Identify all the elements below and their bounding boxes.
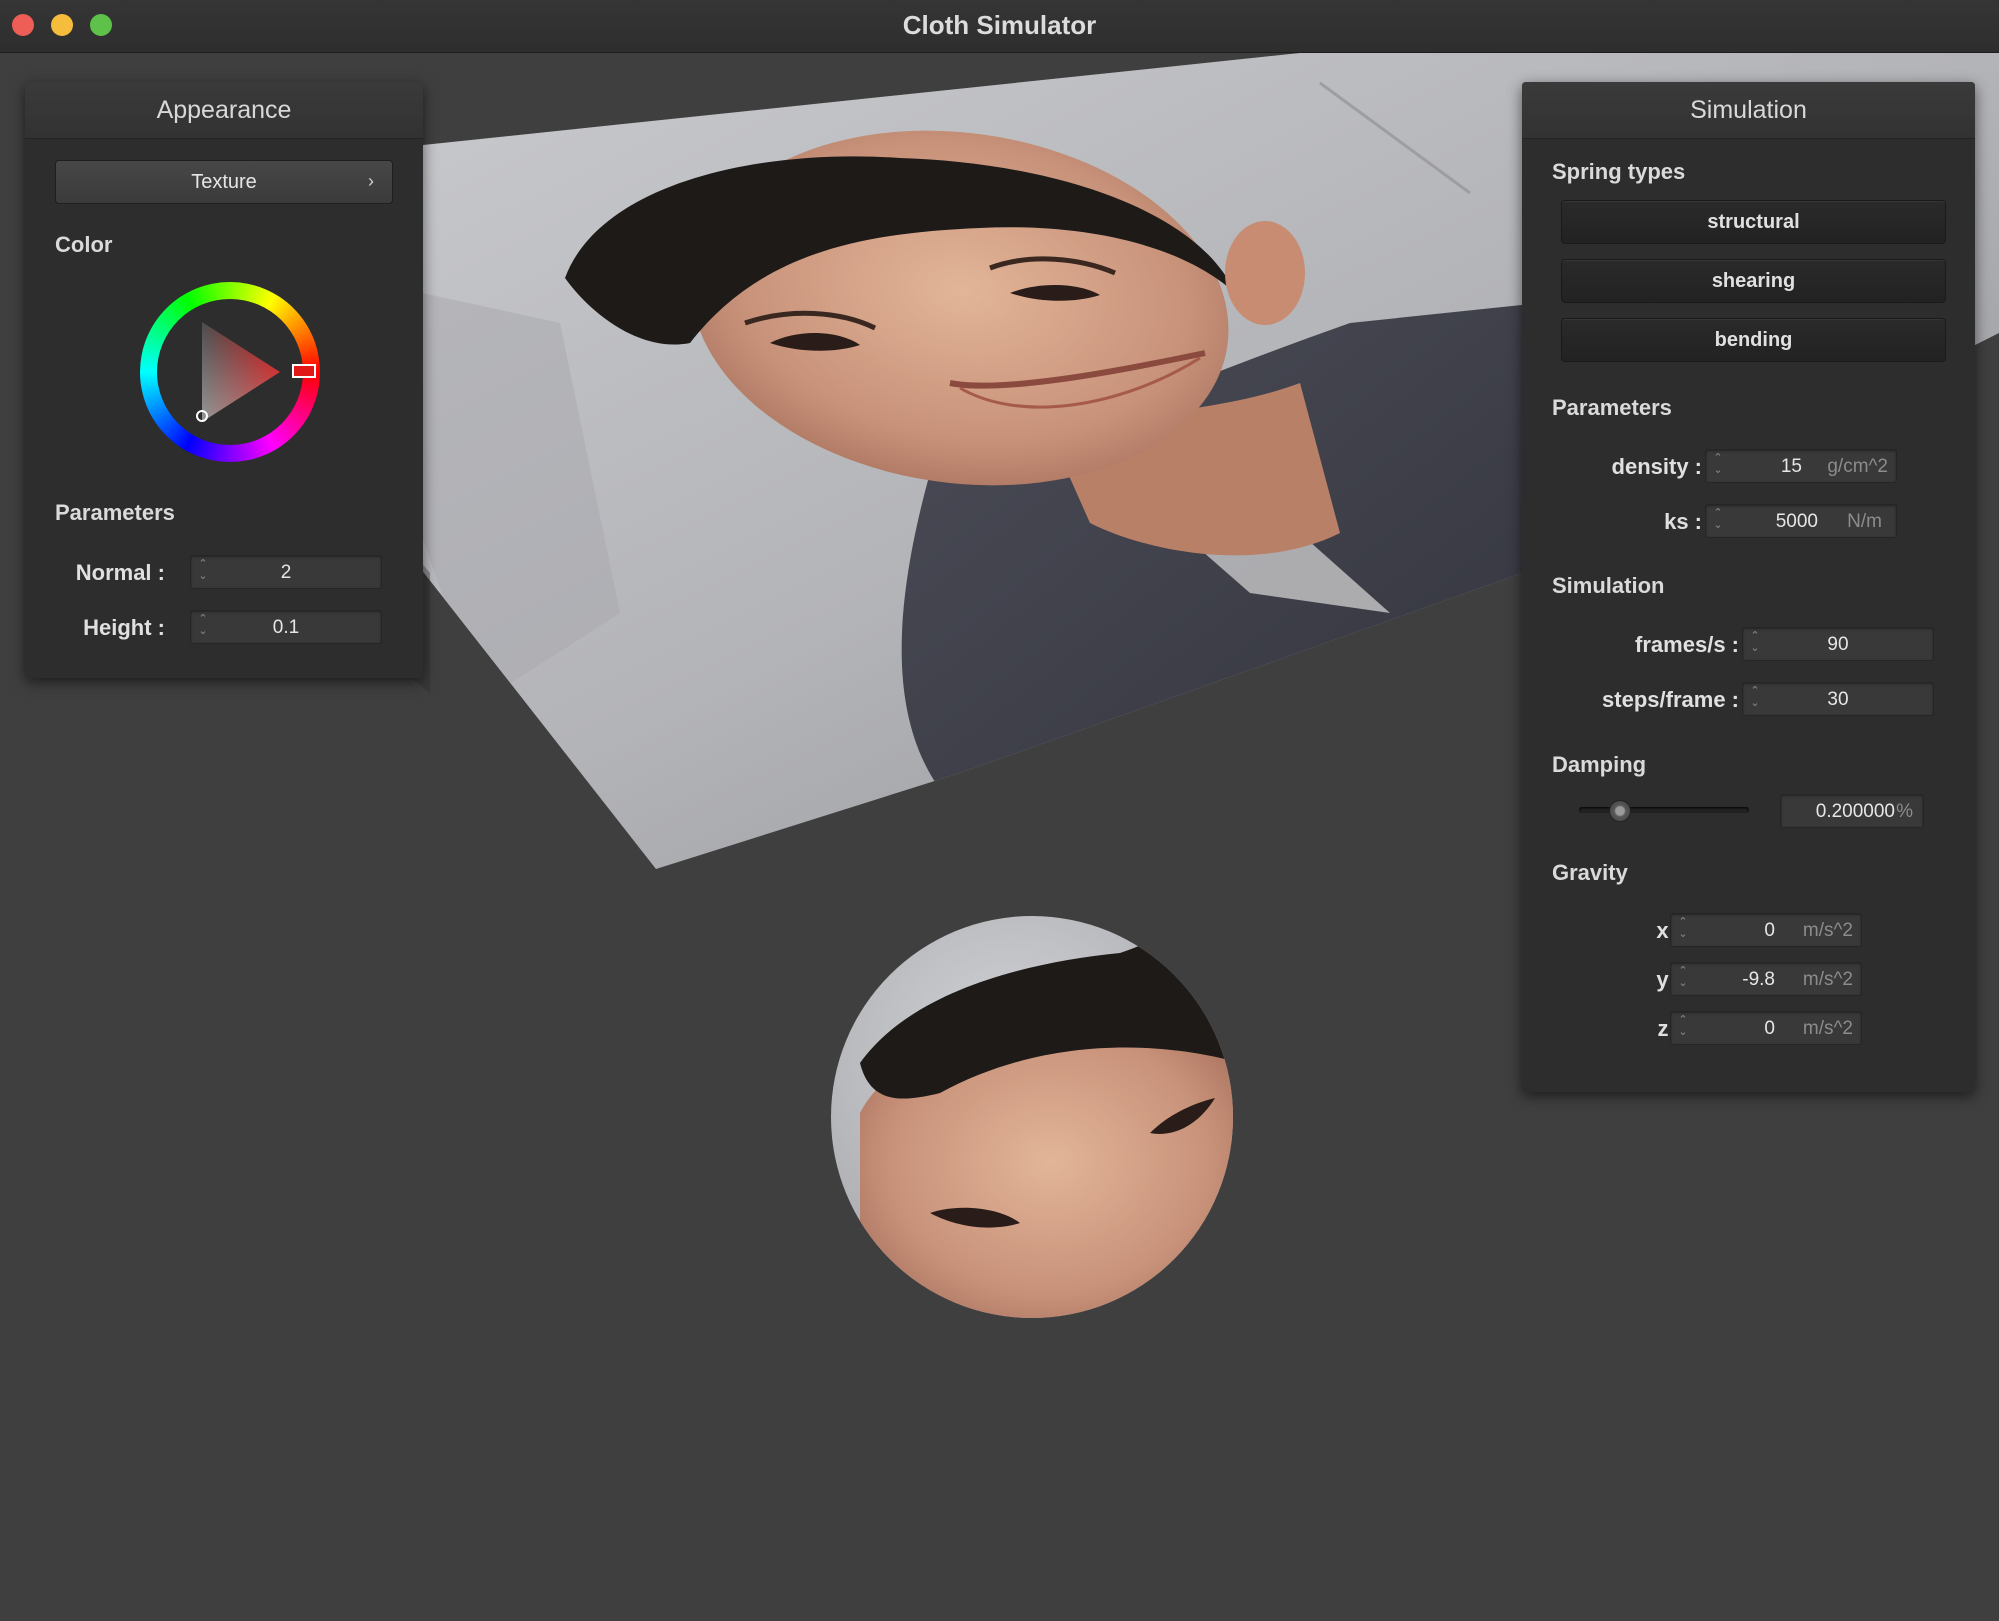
simulation-section-label: Simulation (1552, 573, 1665, 598)
stepper-icon[interactable]: ⌃ ⌄ (1677, 965, 1689, 993)
gravity-y-value: -9.8 (1742, 969, 1775, 990)
damping-slider-knob[interactable] (1608, 800, 1631, 822)
gravity-z-unit: m/s^2 (1802, 1018, 1853, 1039)
stepper-icon[interactable]: ⌃ ⌄ (1677, 916, 1689, 944)
gravity-x-input[interactable]: ⌃ ⌄ 0 m/s^2 (1670, 913, 1862, 947)
stepper-icon[interactable]: ⌃ ⌄ (1712, 452, 1724, 480)
simulation-viewport[interactable]: Appearance Texture › Color Parameters No… (0, 53, 1999, 1621)
texture-button-label: Texture (191, 171, 257, 193)
normal-label: Normal : (75, 560, 165, 585)
appearance-parameters-label: Parameters (55, 500, 175, 525)
damping-label: Damping (1552, 752, 1647, 777)
density-input[interactable]: ⌃ ⌄ 15 g/cm^2 (1705, 449, 1897, 483)
stepper-icon[interactable]: ⌃ ⌄ (1712, 507, 1724, 535)
ks-input[interactable]: ⌃ ⌄ 5000 N/m (1705, 504, 1897, 538)
density-value: 15 (1780, 456, 1802, 477)
structural-toggle[interactable]: structural (1561, 200, 1946, 244)
height-label: Height : (83, 615, 165, 640)
density-unit: g/cm^2 (1827, 456, 1888, 477)
height-value: 0.1 (272, 617, 300, 638)
normal-input[interactable]: ⌃ ⌄ 2 (190, 555, 382, 589)
simulation-header: Simulation (1522, 82, 1975, 139)
frames-per-second-label: frames/s : (1635, 632, 1739, 657)
sphere (831, 916, 1233, 1318)
gravity-y-input[interactable]: ⌃ ⌄ -9.8 m/s^2 (1670, 962, 1862, 996)
gravity-label: Gravity (1552, 860, 1628, 885)
steps-per-frame-value: 30 (1827, 689, 1849, 710)
damping-unit: % (1896, 801, 1913, 822)
gravity-z-input[interactable]: ⌃ ⌄ 0 m/s^2 (1670, 1011, 1862, 1045)
appearance-panel: Appearance Texture › Color Parameters No… (25, 82, 423, 678)
gravity-x-unit: m/s^2 (1802, 920, 1853, 941)
density-label: density : (1611, 454, 1702, 479)
appearance-header: Appearance (25, 82, 423, 139)
gravity-x-label: x : (1656, 918, 1682, 943)
gravity-y-unit: m/s^2 (1802, 969, 1853, 990)
stepper-icon[interactable]: ⌃ ⌄ (1677, 1014, 1689, 1042)
color-label: Color (55, 232, 113, 257)
gravity-z-value: 0 (1764, 1018, 1775, 1039)
damping-input[interactable]: 0.200000 % (1780, 794, 1924, 828)
height-input[interactable]: ⌃ ⌄ 0.1 (190, 610, 382, 644)
ks-value: 5000 (1775, 511, 1818, 532)
damping-slider[interactable] (1579, 799, 1749, 822)
steps-per-frame-input[interactable]: ⌃ ⌄ 30 (1742, 682, 1934, 716)
spring-types-label: Spring types (1552, 159, 1686, 184)
texture-button[interactable]: Texture › (55, 160, 393, 204)
frames-per-second-input[interactable]: ⌃ ⌄ 90 (1742, 627, 1934, 661)
gravity-z-label: z : (1657, 1016, 1682, 1041)
normal-value: 2 (280, 562, 292, 583)
chevron-right-icon: › (368, 171, 374, 191)
bending-toggle[interactable]: bending (1561, 318, 1946, 362)
simulation-panel: Simulation Spring types structural shear… (1522, 82, 1975, 1092)
frames-per-second-value: 90 (1827, 634, 1849, 655)
simulation-parameters-label: Parameters (1552, 395, 1672, 420)
gravity-x-value: 0 (1764, 920, 1775, 941)
damping-value: 0.200000 (1815, 801, 1895, 822)
gravity-y-label: y : (1656, 967, 1682, 992)
color-wheel[interactable] (140, 282, 320, 462)
ks-label: ks : (1664, 509, 1702, 534)
ks-unit: N/m (1847, 511, 1882, 532)
shearing-toggle[interactable]: shearing (1561, 259, 1946, 303)
title-bar: Cloth Simulator (0, 0, 1999, 53)
hue-marker[interactable] (292, 364, 316, 378)
window-title: Cloth Simulator (902, 10, 1097, 40)
damping-slider-track (1579, 807, 1749, 813)
steps-per-frame-label: steps/frame : (1602, 687, 1739, 712)
